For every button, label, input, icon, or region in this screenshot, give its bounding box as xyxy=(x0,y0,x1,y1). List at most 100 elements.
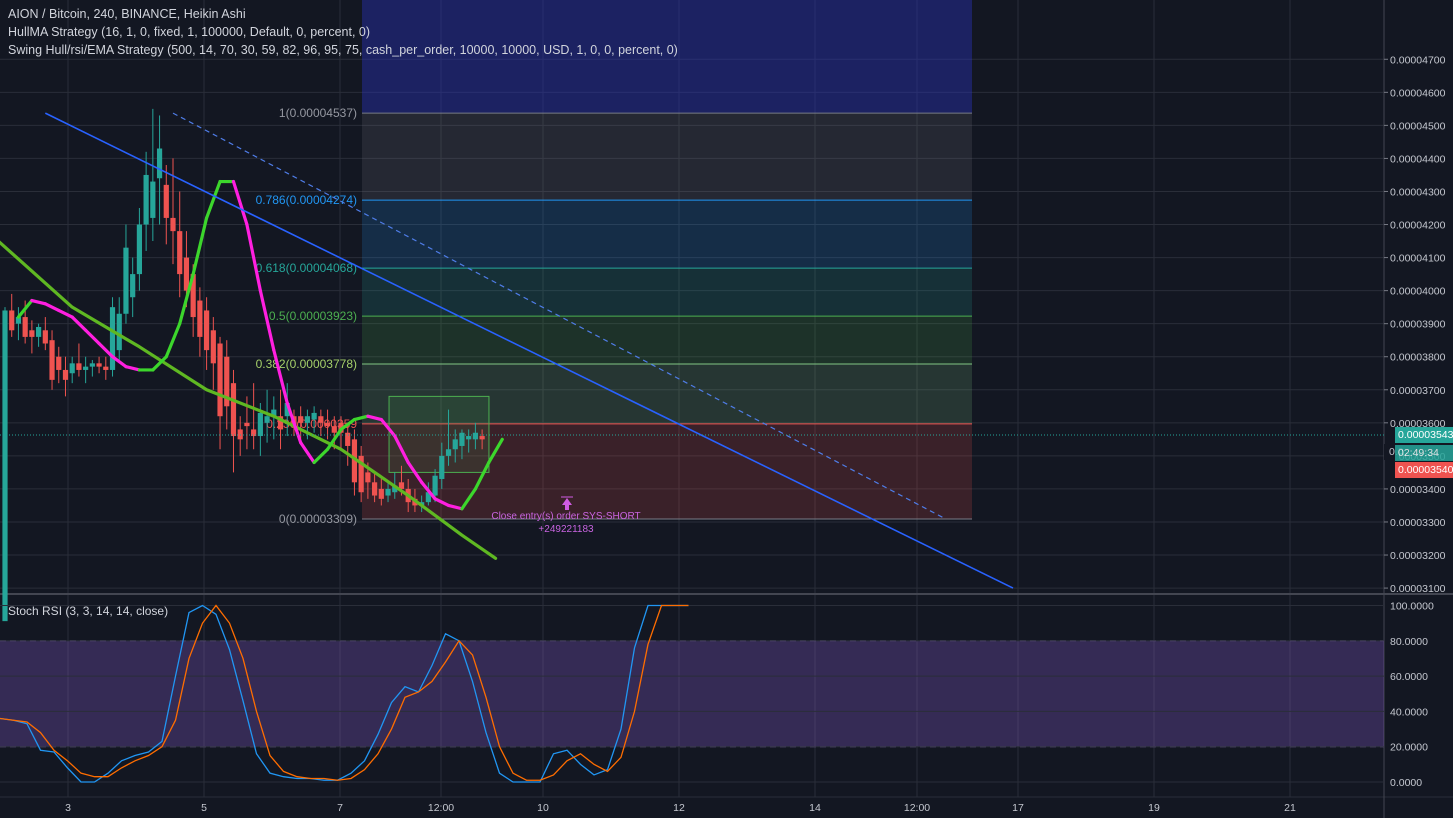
price-tick-label: 0.00004600 xyxy=(1390,87,1446,99)
fibonacci-retracement[interactable]: 1(0.00004537) 0.786(0.00004274) 0.618(0.00… xyxy=(256,0,972,526)
candle-body xyxy=(439,455,445,480)
hull-ma-segment xyxy=(84,328,101,346)
price-tick-label: 0.00004500 xyxy=(1390,120,1446,132)
fib-level-label: 0.786(0.00004274) xyxy=(256,193,357,207)
candle-body xyxy=(2,310,8,622)
candle-body xyxy=(42,330,48,344)
price-tick-label: 0.00004000 xyxy=(1390,286,1446,298)
candle-body xyxy=(204,310,210,351)
time-tick-label: 21 xyxy=(1284,802,1296,814)
swing-strategy-legend[interactable]: Swing Hull/rsi/EMA Strategy (500, 14, 70… xyxy=(8,43,678,57)
trade-label-line1: Close entry(s) order SYS-SHORT xyxy=(491,511,640,522)
time-tick-label: 5 xyxy=(201,802,207,814)
hull-ma-segment xyxy=(57,308,74,319)
candle-body xyxy=(69,363,75,374)
candle-body xyxy=(432,475,438,496)
fib-level-label: 0.382(0.00003778) xyxy=(256,357,357,371)
candle-body xyxy=(89,363,95,367)
time-tick-label: 12:00 xyxy=(428,802,454,814)
time-tick-label: 19 xyxy=(1148,802,1160,814)
countdown-tag: 02:49:34 xyxy=(1395,445,1453,461)
fib-zone xyxy=(362,268,972,317)
candle-body xyxy=(264,416,270,423)
candle-body xyxy=(96,363,102,367)
time-tick-label: 3 xyxy=(65,802,71,814)
hull-ma-segment xyxy=(205,179,222,220)
candle-body xyxy=(452,439,458,450)
price-tick-label: 0.00003900 xyxy=(1390,319,1446,331)
candle-body xyxy=(304,416,310,423)
time-tick-label: 17 xyxy=(1012,802,1024,814)
price-tick-label: 0.00003700 xyxy=(1390,385,1446,397)
candle-body xyxy=(466,436,472,440)
stoch-tick-label: 80.0000 xyxy=(1390,636,1428,648)
fib-level-label: 1(0.00004537) xyxy=(279,106,357,120)
candle-body xyxy=(298,416,304,423)
hullma-strategy-legend[interactable]: HullMA Strategy (16, 1, 0, fixed, 1, 100… xyxy=(8,25,370,39)
stoch-tick-label: 20.0000 xyxy=(1390,742,1428,754)
hull-ma-segment xyxy=(43,302,61,313)
price-tick-label: 0.00003100 xyxy=(1390,583,1446,595)
stoch-rsi-legend[interactable]: Stoch RSI (3, 3, 14, 14, close) xyxy=(8,604,168,618)
price-tick-label: 0.00003300 xyxy=(1390,517,1446,529)
fib-zone xyxy=(362,316,972,364)
candle-body xyxy=(150,181,156,218)
candle-body xyxy=(156,148,163,179)
time-tick-label: 7 xyxy=(337,802,343,814)
candle-body xyxy=(49,340,55,380)
candle-body xyxy=(230,383,237,437)
candle-body xyxy=(244,422,250,427)
candle-body xyxy=(365,472,371,483)
fib-level-label: 0.5(0.00003923) xyxy=(269,309,357,323)
candle-body xyxy=(170,217,176,232)
candle-body xyxy=(331,426,337,433)
stoch-tick-label: 40.0000 xyxy=(1390,706,1428,718)
trading-chart[interactable]: 1(0.00004537) 0.786(0.00004274) 0.618(0.00… xyxy=(0,0,1453,818)
candle-body xyxy=(116,313,122,351)
candle-body xyxy=(210,330,216,364)
price-tick-label: 0.00004300 xyxy=(1390,186,1446,198)
fib-zone xyxy=(362,200,972,269)
candle-body xyxy=(197,300,203,337)
candle-body xyxy=(237,429,243,440)
price-tick-label: 0.00004700 xyxy=(1390,54,1446,66)
hull-ma-segment xyxy=(191,216,209,276)
fib-level-label: 0(0.00003309) xyxy=(279,512,357,526)
candle-body xyxy=(378,488,384,499)
candle-body xyxy=(311,412,317,420)
stoch-rsi-pane xyxy=(0,604,1384,783)
candle-body xyxy=(22,317,28,337)
candle-body xyxy=(163,184,169,218)
candle-body xyxy=(136,224,142,275)
price-tick-label: 0.00004200 xyxy=(1390,220,1446,232)
candle-body xyxy=(143,174,149,225)
candle-body xyxy=(479,436,485,440)
time-tick-label: 10 xyxy=(537,802,549,814)
candle-body xyxy=(9,310,15,331)
candle-body xyxy=(372,482,378,496)
candle-body xyxy=(123,247,129,314)
fib-zone xyxy=(362,113,972,201)
candle-body xyxy=(459,432,465,446)
trade-label-line2: +249221183 xyxy=(538,524,594,535)
candle-body xyxy=(257,412,263,437)
hull-ma-segment xyxy=(231,179,249,227)
candle-body xyxy=(324,422,331,427)
stoch-band xyxy=(0,640,1384,747)
time-tick-label: 12:00 xyxy=(904,802,930,814)
candle-body xyxy=(62,369,69,380)
time-tick-label: 14 xyxy=(809,802,821,814)
hull-ma-segment xyxy=(124,365,141,372)
candle-body xyxy=(103,366,109,370)
candle-body xyxy=(36,326,42,337)
price-tick-label: 0.00003200 xyxy=(1390,550,1446,562)
price-tick-label: 0.00003400 xyxy=(1390,484,1446,496)
symbol-title[interactable]: AION / Bitcoin, 240, BINANCE, Heikin Ash… xyxy=(8,7,246,21)
stoch-tick-label: 100.0000 xyxy=(1390,601,1434,613)
candle-body xyxy=(29,330,35,337)
last-price-tag: 0.00003543 xyxy=(1395,427,1453,443)
candle-body xyxy=(83,366,89,370)
hull-ma-segment xyxy=(299,441,316,465)
hull-ma-segment xyxy=(164,322,182,359)
price-tick-label: 0.00003800 xyxy=(1390,352,1446,364)
